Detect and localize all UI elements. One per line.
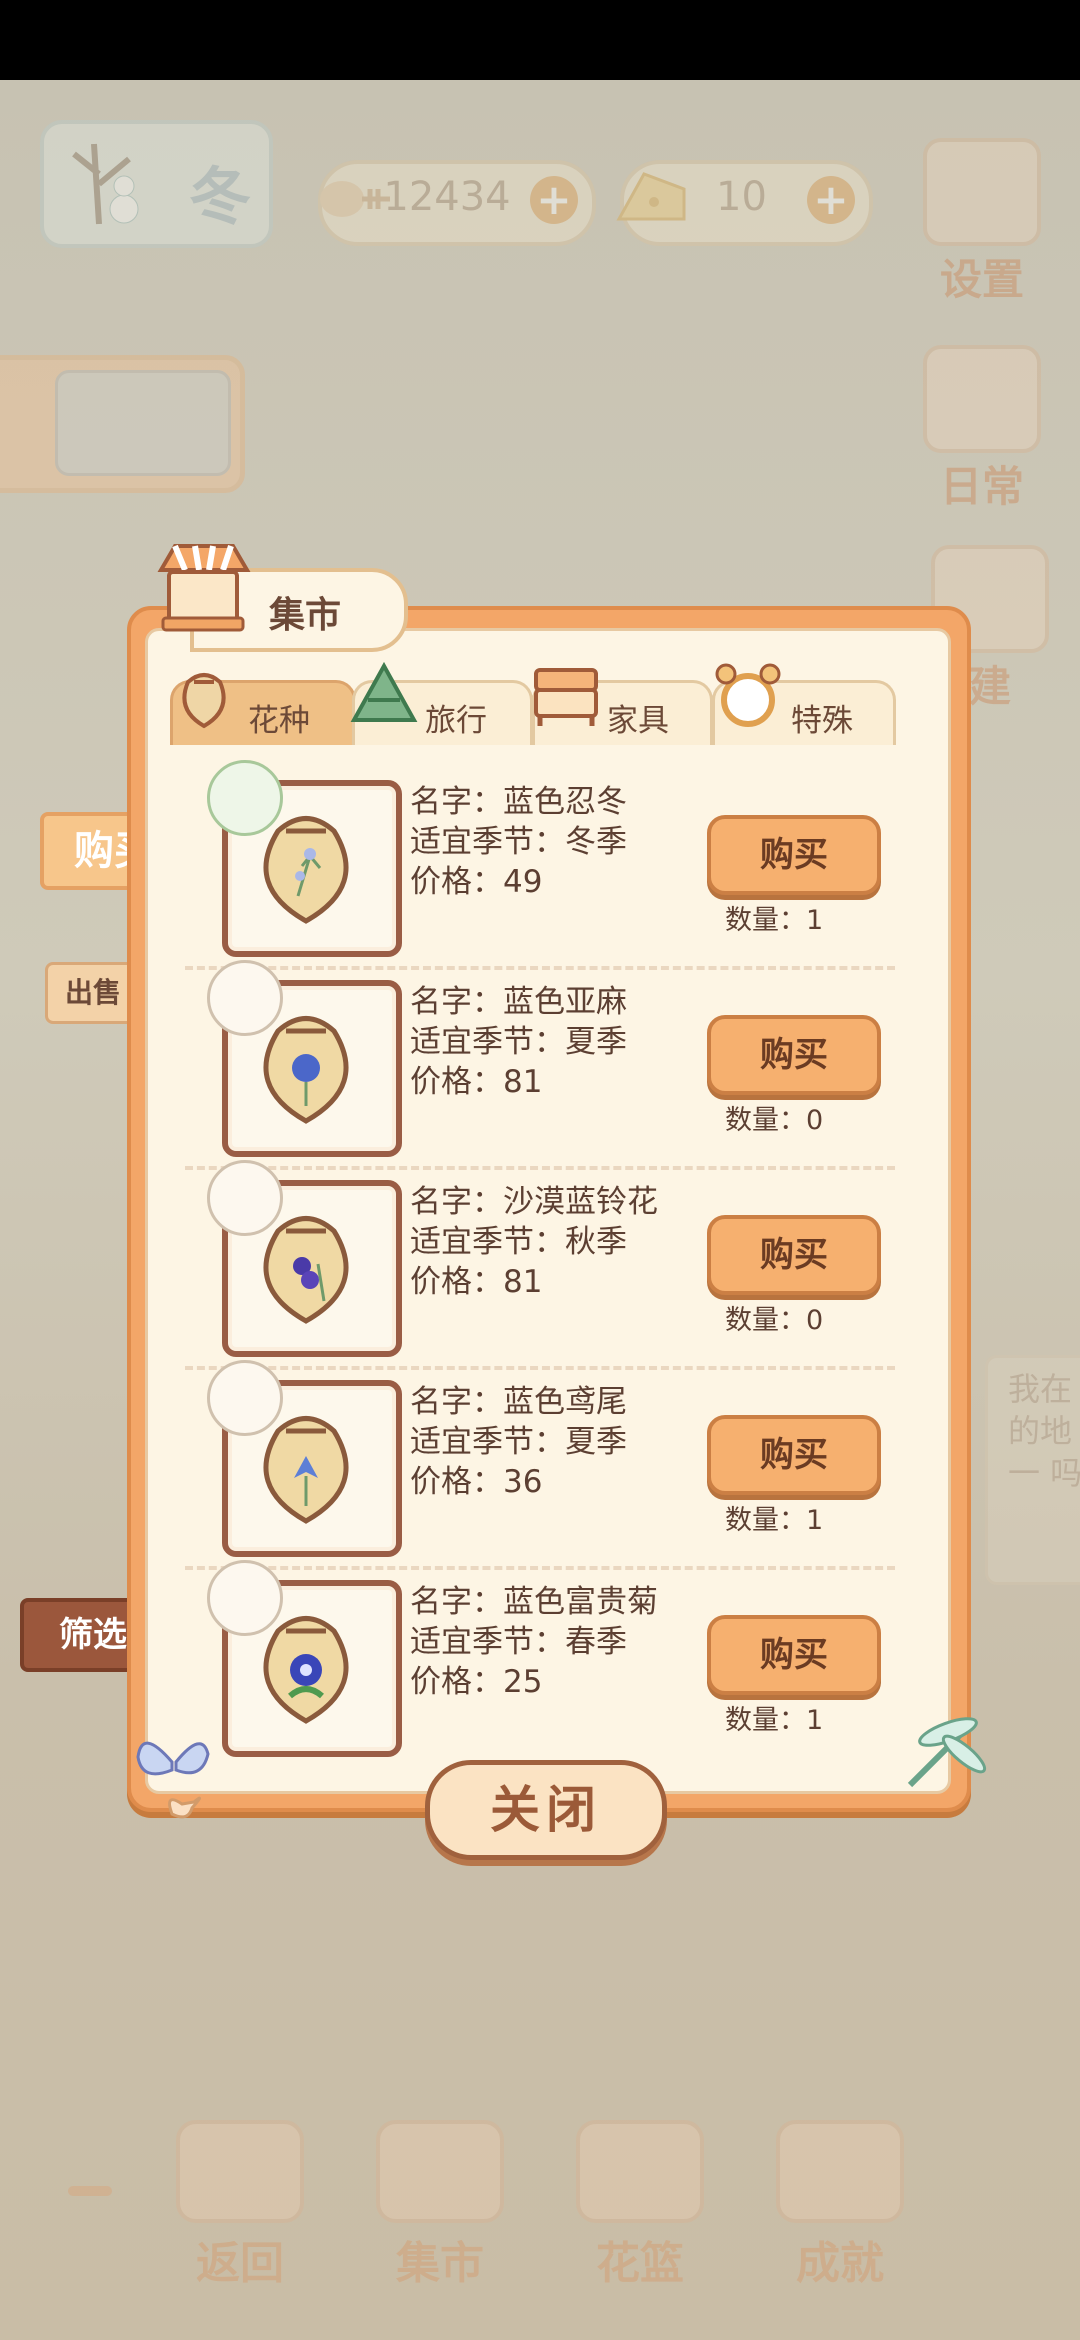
item-price: 价格：49 (410, 864, 543, 900)
item-season: 适宜季节：春季 (410, 1624, 627, 1660)
status-bar (0, 0, 1080, 80)
backpack-card[interactable] (0, 355, 245, 493)
cheese-currency: 10 + (616, 160, 873, 246)
list-item: 名字：蓝色富贵菊 适宜季节：春季 价格：25 购买 数量：1 (185, 1560, 895, 1770)
tab-special-label: 特殊 (791, 703, 853, 739)
item-quantity: 数量：1 (725, 1505, 824, 1536)
background-notice: 我在 的地 一 吗 (985, 1355, 1080, 1585)
nav-market-label: 集市 (396, 2238, 484, 2289)
butterfly-icon (136, 1741, 210, 1819)
build-label: 建 (968, 662, 1011, 711)
sand-pile-badge-icon (207, 960, 283, 1036)
list-item: 名字：蓝色亚麻 适宜季节：夏季 价格：81 购买 数量：0 (185, 960, 895, 1170)
add-fish-button[interactable]: + (530, 176, 578, 224)
alarm-clock-icon (715, 663, 781, 727)
item-season: 适宜季节：夏季 (410, 1424, 627, 1460)
gear-icon (923, 138, 1041, 246)
nav-back-label: 返回 (196, 2238, 284, 2289)
daily-label: 日常 (939, 462, 1024, 511)
item-price: 价格：25 (410, 1664, 543, 1700)
dragonfly-icon (907, 1717, 987, 1788)
nav-achievements[interactable]: 成就 (770, 2120, 910, 2291)
sand-pile-badge-icon (207, 1560, 283, 1636)
daily-button[interactable]: 日常 (922, 345, 1042, 514)
settings-label: 设置 (939, 255, 1024, 304)
item-season: 适宜季节：冬季 (410, 824, 627, 860)
window-icon (176, 2120, 304, 2223)
buy-button[interactable]: 购买 (707, 1415, 881, 1495)
cheese-icon (616, 172, 686, 221)
buy-button[interactable]: 购买 (707, 1015, 881, 1095)
nav-handle (68, 2186, 112, 2196)
nav-basket[interactable]: 花篮 (570, 2120, 710, 2291)
item-quantity: 数量：0 (725, 1305, 824, 1336)
daily-note-icon (923, 345, 1041, 453)
fish-currency: 12434 + (318, 160, 596, 246)
item-name: 名字：蓝色忍冬 (410, 784, 627, 820)
fish-count: 12434 (383, 174, 511, 220)
rice-dumpling-icon (350, 661, 418, 722)
season-indicator[interactable]: 冬 (40, 120, 273, 248)
market-stall-icon (376, 2120, 504, 2223)
item-quantity: 数量：1 (725, 905, 824, 936)
nav-basket-label: 花篮 (596, 2238, 684, 2289)
wreath-badge-icon (207, 760, 283, 836)
seed-bag-icon (182, 673, 226, 729)
item-season: 适宜季节：秋季 (410, 1224, 627, 1260)
item-name: 名字：蓝色鸢尾 (410, 1384, 627, 1420)
nav-market[interactable]: 集市 (370, 2120, 510, 2291)
flower-basket-icon (576, 2120, 704, 2223)
buy-button[interactable]: 购买 (707, 1615, 881, 1695)
snowman-tree-icon (72, 143, 139, 225)
item-price: 价格：81 (410, 1264, 543, 1300)
market-title: 集市 (269, 595, 342, 636)
tab-furniture-label: 家具 (607, 703, 669, 739)
item-name: 名字：沙漠蓝铃花 (410, 1184, 658, 1220)
backpack-icon (55, 370, 231, 476)
list-item: 名字：蓝色忍冬 适宜季节：冬季 价格：49 购买 数量：1 (185, 760, 895, 970)
tab-seeds-label: 花种 (248, 703, 310, 739)
item-season: 适宜季节：夏季 (410, 1024, 627, 1060)
item-price: 价格：36 (410, 1464, 543, 1500)
tab-travel-label: 旅行 (425, 703, 487, 739)
item-quantity: 数量：0 (725, 1105, 824, 1136)
list-item: 名字：沙漠蓝铃花 适宜季节：秋季 价格：81 购买 数量：0 (185, 1160, 895, 1370)
cheese-count: 10 (716, 174, 767, 220)
market-stall-icon (157, 544, 251, 632)
settings-button[interactable]: 设置 (922, 138, 1042, 307)
sand-pile-badge-icon (207, 1360, 283, 1436)
nav-back[interactable]: 返回 (170, 2120, 310, 2291)
nav-achievements-label: 成就 (796, 2238, 884, 2289)
add-cheese-button[interactable]: + (807, 176, 855, 224)
item-name: 名字：蓝色富贵菊 (410, 1584, 658, 1620)
bed-icon (534, 668, 598, 726)
sand-pile-badge-icon (207, 1160, 283, 1236)
item-quantity: 数量：1 (725, 1705, 824, 1736)
list-item: 名字：蓝色鸢尾 适宜季节：夏季 价格：36 购买 数量：1 (185, 1360, 895, 1570)
season-label: 冬 (188, 160, 251, 233)
item-price: 价格：81 (410, 1064, 543, 1100)
item-name: 名字：蓝色亚麻 (410, 984, 627, 1020)
close-button[interactable]: 关闭 (425, 1760, 667, 1860)
buy-button[interactable]: 购买 (707, 1215, 881, 1295)
buy-button[interactable]: 购买 (707, 815, 881, 895)
trophy-icon (776, 2120, 904, 2223)
